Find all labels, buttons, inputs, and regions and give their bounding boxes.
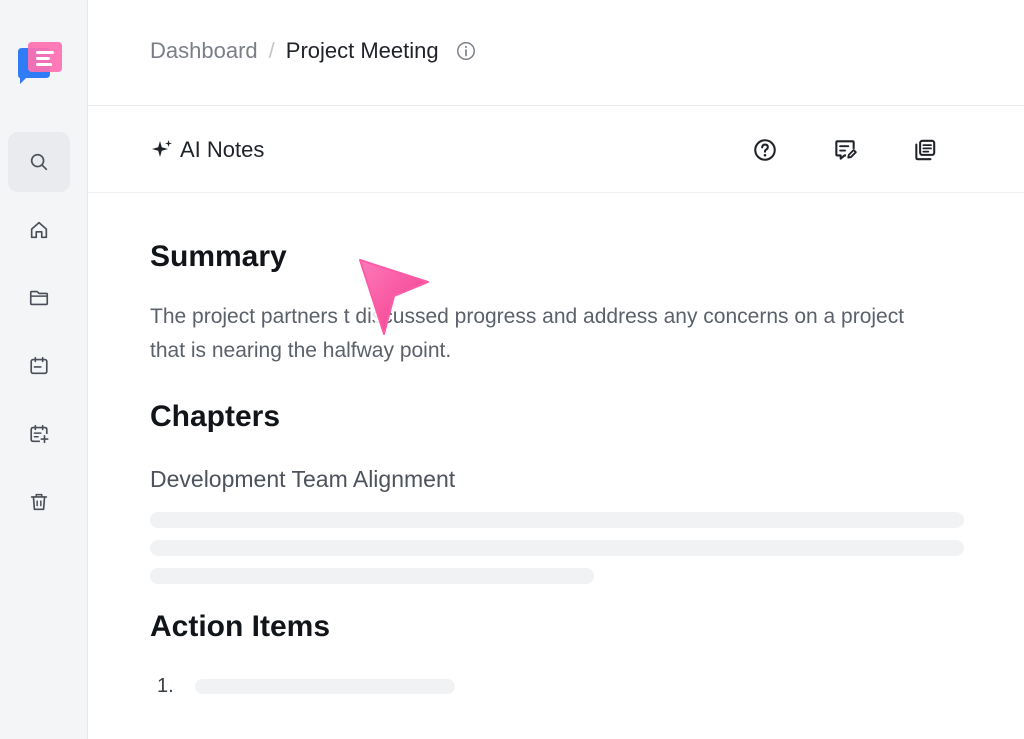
copy-button[interactable] xyxy=(910,135,940,165)
action-item-number: 1. xyxy=(157,675,174,697)
summary-heading: Summary xyxy=(150,240,287,273)
sparkle-icon xyxy=(152,140,172,157)
summary-text: The project partners t discussed progres… xyxy=(150,305,905,362)
page-title: Project Meeting xyxy=(285,38,439,63)
ai-notes-label: AI Notes xyxy=(180,137,265,162)
loading-placeholder-line xyxy=(150,568,594,584)
app-logo-icon[interactable] xyxy=(16,42,64,88)
sidebar-item-trash[interactable] xyxy=(8,472,70,532)
loading-placeholder-line xyxy=(150,540,964,556)
loading-placeholder-line xyxy=(150,512,964,528)
search-icon xyxy=(30,153,48,171)
help-icon xyxy=(754,139,776,161)
home-icon xyxy=(30,221,48,239)
action-items-heading: Action Items xyxy=(150,610,331,643)
help-button[interactable] xyxy=(750,135,780,165)
sidebar-item-schedule[interactable] xyxy=(8,404,70,464)
loading-placeholder-line xyxy=(195,679,455,694)
sidebar-item-search[interactable] xyxy=(8,132,70,192)
pointer-cursor-icon xyxy=(356,259,429,338)
calendar-add-icon xyxy=(30,424,49,444)
trash-icon xyxy=(30,493,48,511)
chapters-heading: Chapters xyxy=(150,400,281,433)
breadcrumb-separator: / xyxy=(268,38,275,63)
sidebar-item-calendar[interactable] xyxy=(8,336,70,396)
info-icon[interactable] xyxy=(455,40,477,62)
edit-note-button[interactable] xyxy=(830,135,860,165)
breadcrumb: Dashboard / Project Meeting xyxy=(150,38,477,64)
copy-icon xyxy=(915,139,936,161)
edit-note-icon xyxy=(835,140,857,160)
sidebar-item-folder[interactable] xyxy=(8,268,70,328)
breadcrumb-dashboard-link[interactable]: Dashboard xyxy=(150,38,258,64)
sidebar-item-home[interactable] xyxy=(8,200,70,260)
calendar-icon xyxy=(30,356,48,375)
notes-toolbar: AI Notes xyxy=(88,107,1024,193)
folder-icon xyxy=(29,290,49,306)
sidebar xyxy=(0,0,88,739)
page-header: Dashboard / Project Meeting xyxy=(88,0,1024,106)
chapter-title[interactable]: Development Team Alignment xyxy=(150,466,455,493)
ai-notes-tab[interactable]: AI Notes xyxy=(150,137,264,163)
